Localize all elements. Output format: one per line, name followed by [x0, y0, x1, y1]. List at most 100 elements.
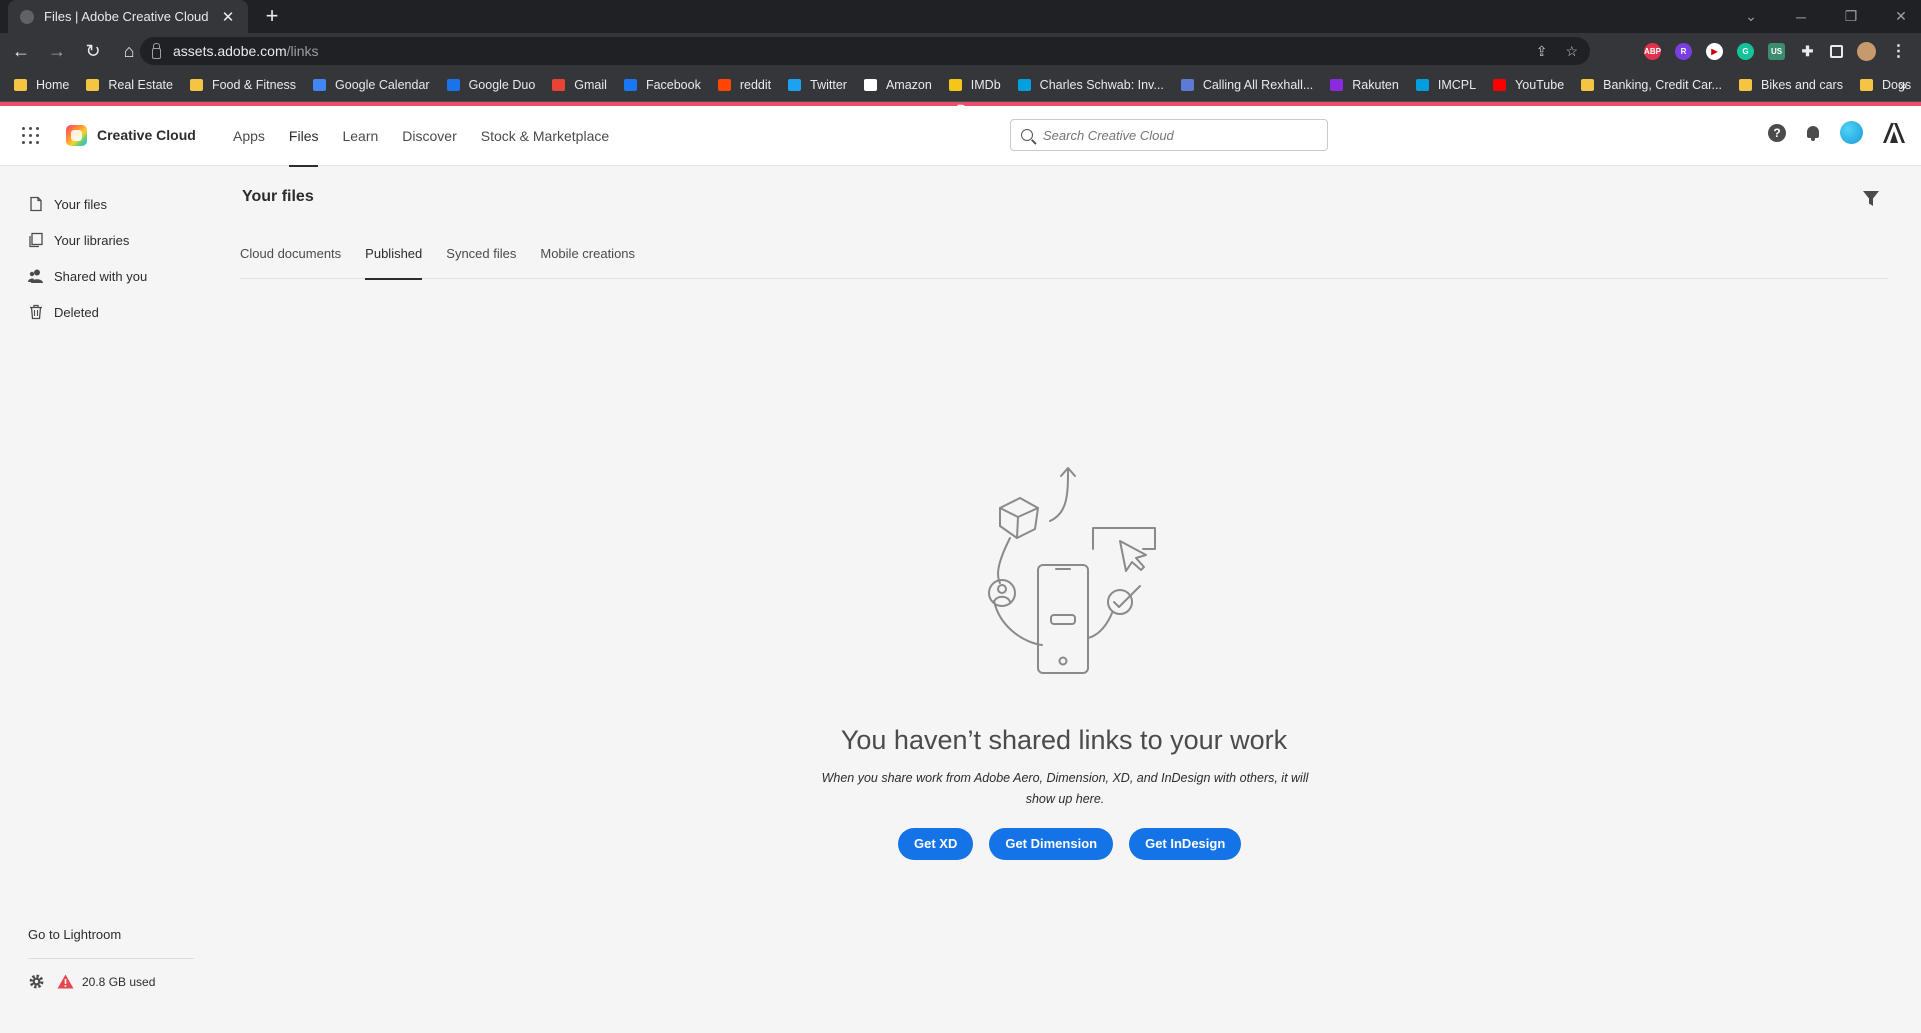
browser-tab[interactable]: Files | Adobe Creative Cloud ✕ [8, 0, 248, 33]
bookmark-home[interactable]: Home [14, 78, 69, 92]
sidebar-divider [28, 958, 194, 959]
sidebar-item-your-files[interactable]: Your files [28, 194, 107, 214]
bookmark-google-duo[interactable]: Google Duo [446, 78, 535, 92]
search-input[interactable] [1043, 127, 1313, 143]
share-icon[interactable]: ⇪ [1536, 43, 1548, 60]
bookmark-charles-schwab-inv[interactable]: Charles Schwab: Inv... [1017, 78, 1164, 92]
gear-icon[interactable] [28, 973, 45, 990]
get-xd-button[interactable]: Get XD [898, 828, 974, 860]
bookmark-imcpl[interactable]: IMCPL [1415, 78, 1477, 92]
creative-cloud-logo-icon[interactable] [66, 125, 87, 146]
youtube-bookmark-icon [1493, 79, 1507, 91]
bookmark-label: IMCPL [1437, 78, 1477, 92]
extensions: ABP R ▶ G US ✚ ⋮ [1644, 33, 1907, 69]
bookmark-google-calendar[interactable]: Google Calendar [313, 78, 430, 92]
tab-search-icon[interactable]: ⌄ [1741, 8, 1761, 25]
search-icon [1021, 129, 1033, 141]
back-icon[interactable]: ← [6, 36, 36, 66]
sidebar-item-your-libraries[interactable]: Your libraries [28, 230, 129, 250]
real-estate-bookmark-icon [86, 79, 100, 91]
charles-schwab-inv-bookmark-icon [1017, 79, 1031, 91]
google-calendar-bookmark-icon [313, 79, 327, 91]
trash-icon [30, 304, 42, 320]
minimize-icon[interactable]: ─ [1791, 9, 1811, 25]
bookmark-rakuten[interactable]: Rakuten [1330, 78, 1399, 92]
bookmark-food-fitness[interactable]: Food & Fitness [189, 78, 296, 92]
notifications-bell-icon[interactable] [1806, 125, 1820, 141]
nav-learn[interactable]: Learn [342, 106, 378, 166]
food-fitness-bookmark-icon [189, 79, 203, 91]
sidebar-item-deleted[interactable]: Deleted [28, 302, 99, 322]
go-to-lightroom-link[interactable]: Go to Lightroom [28, 927, 121, 942]
storage-status: 20.8 GB used [28, 973, 155, 990]
search-box[interactable] [1010, 119, 1328, 151]
new-tab-icon[interactable]: + [260, 4, 284, 28]
browser-tabstrip: Files | Adobe Creative Cloud ✕ + ⌄ ─ ❐ ✕ [0, 0, 1921, 33]
tab-mobile-creations[interactable]: Mobile creations [540, 234, 635, 279]
app-switcher-icon[interactable] [22, 127, 39, 144]
translate-extension-icon[interactable]: US [1768, 42, 1785, 60]
bookmarks-bar: Home Real Estate Food & Fitness Google Cale… [0, 69, 1921, 102]
bookmark-banking-credit-car[interactable]: Banking, Credit Car... [1581, 78, 1722, 92]
bookmark-youtube[interactable]: YouTube [1493, 78, 1564, 92]
side-panel-icon[interactable] [1830, 44, 1843, 58]
nav-files[interactable]: Files [288, 106, 318, 167]
help-icon[interactable]: ? [1768, 123, 1786, 142]
bookmark-label: IMDb [970, 78, 1001, 92]
bookmark-amazon[interactable]: Amazon [863, 78, 932, 92]
chrome-menu-icon[interactable]: ⋮ [1890, 43, 1907, 60]
nav-stock-marketplace[interactable]: Stock & Marketplace [481, 106, 609, 166]
reload-icon[interactable]: ↻ [78, 36, 108, 66]
bookmark-label: Calling All Rexhall... [1202, 78, 1314, 92]
sidebar-item-label: Your libraries [54, 232, 130, 248]
bookmark-star-icon[interactable]: ☆ [1565, 43, 1578, 60]
amazon-bookmark-icon [863, 79, 877, 91]
filter-icon[interactable] [1862, 190, 1880, 208]
adblock-extension-icon[interactable]: ABP [1644, 42, 1661, 60]
sidebar-item-shared-with-you[interactable]: Shared with you [28, 266, 147, 286]
forward-icon[interactable]: → [42, 36, 72, 66]
get-indesign-button[interactable]: Get InDesign [1129, 828, 1242, 860]
tab-cloud-documents[interactable]: Cloud documents [240, 234, 341, 279]
close-window-icon[interactable]: ✕ [1891, 8, 1911, 25]
tab-synced-files[interactable]: Synced files [446, 234, 516, 279]
restore-icon[interactable]: ❐ [1841, 8, 1861, 25]
bookmark-reddit[interactable]: reddit [717, 78, 772, 92]
play-extension-icon[interactable]: ▶ [1706, 42, 1723, 60]
reddit-bookmark-icon [717, 79, 731, 91]
banking-credit-car-bookmark-icon [1581, 79, 1595, 91]
bookmark-facebook[interactable]: Facebook [623, 78, 701, 92]
get-dimension-button[interactable]: Get Dimension [989, 828, 1114, 860]
bookmark-label: Banking, Credit Car... [1603, 78, 1722, 92]
puzzle-extensions-icon[interactable]: ✚ [1799, 43, 1816, 60]
nav-apps[interactable]: Apps [233, 106, 265, 166]
bookmark-imdb[interactable]: IMDb [948, 78, 1001, 92]
close-tab-icon[interactable]: ✕ [220, 8, 236, 26]
more-bookmarks-icon[interactable]: » [1899, 77, 1907, 93]
user-avatar[interactable] [1840, 121, 1863, 144]
bookmark-label: Real Estate [108, 78, 173, 92]
nav-discover[interactable]: Discover [402, 106, 456, 166]
imdb-bookmark-icon [948, 79, 962, 91]
adobe-logo-icon[interactable] [1883, 122, 1905, 143]
brand-name[interactable]: Creative Cloud [97, 127, 196, 143]
bookmark-gmail[interactable]: Gmail [552, 78, 607, 92]
calling-all-rexhall-bookmark-icon [1180, 79, 1194, 91]
sidebar-item-label: Your files [54, 196, 107, 212]
lock-icon[interactable] [152, 42, 161, 59]
bookmark-label: Twitter [810, 78, 847, 92]
bookmark-label: Facebook [645, 78, 701, 92]
bookmark-real-estate[interactable]: Real Estate [86, 78, 173, 92]
rakuten-extension-icon[interactable]: R [1675, 42, 1692, 60]
home-bookmark-icon [14, 79, 27, 91]
tab-published[interactable]: Published [365, 234, 423, 280]
bookmark-twitter[interactable]: Twitter [788, 78, 847, 92]
bookmark-calling-all-rexhall[interactable]: Calling All Rexhall... [1180, 78, 1314, 92]
grammarly-extension-icon[interactable]: G [1737, 42, 1754, 60]
tab-title: Files | Adobe Creative Cloud [44, 9, 209, 24]
bookmark-label: Google Calendar [335, 78, 430, 92]
address-bar[interactable]: assets.adobe.com/links ⇪ ☆ [140, 37, 1590, 65]
bookmark-label: reddit [739, 78, 772, 92]
bookmark-bikes-and-cars[interactable]: Bikes and cars [1738, 78, 1843, 92]
profile-avatar[interactable] [1857, 41, 1876, 61]
